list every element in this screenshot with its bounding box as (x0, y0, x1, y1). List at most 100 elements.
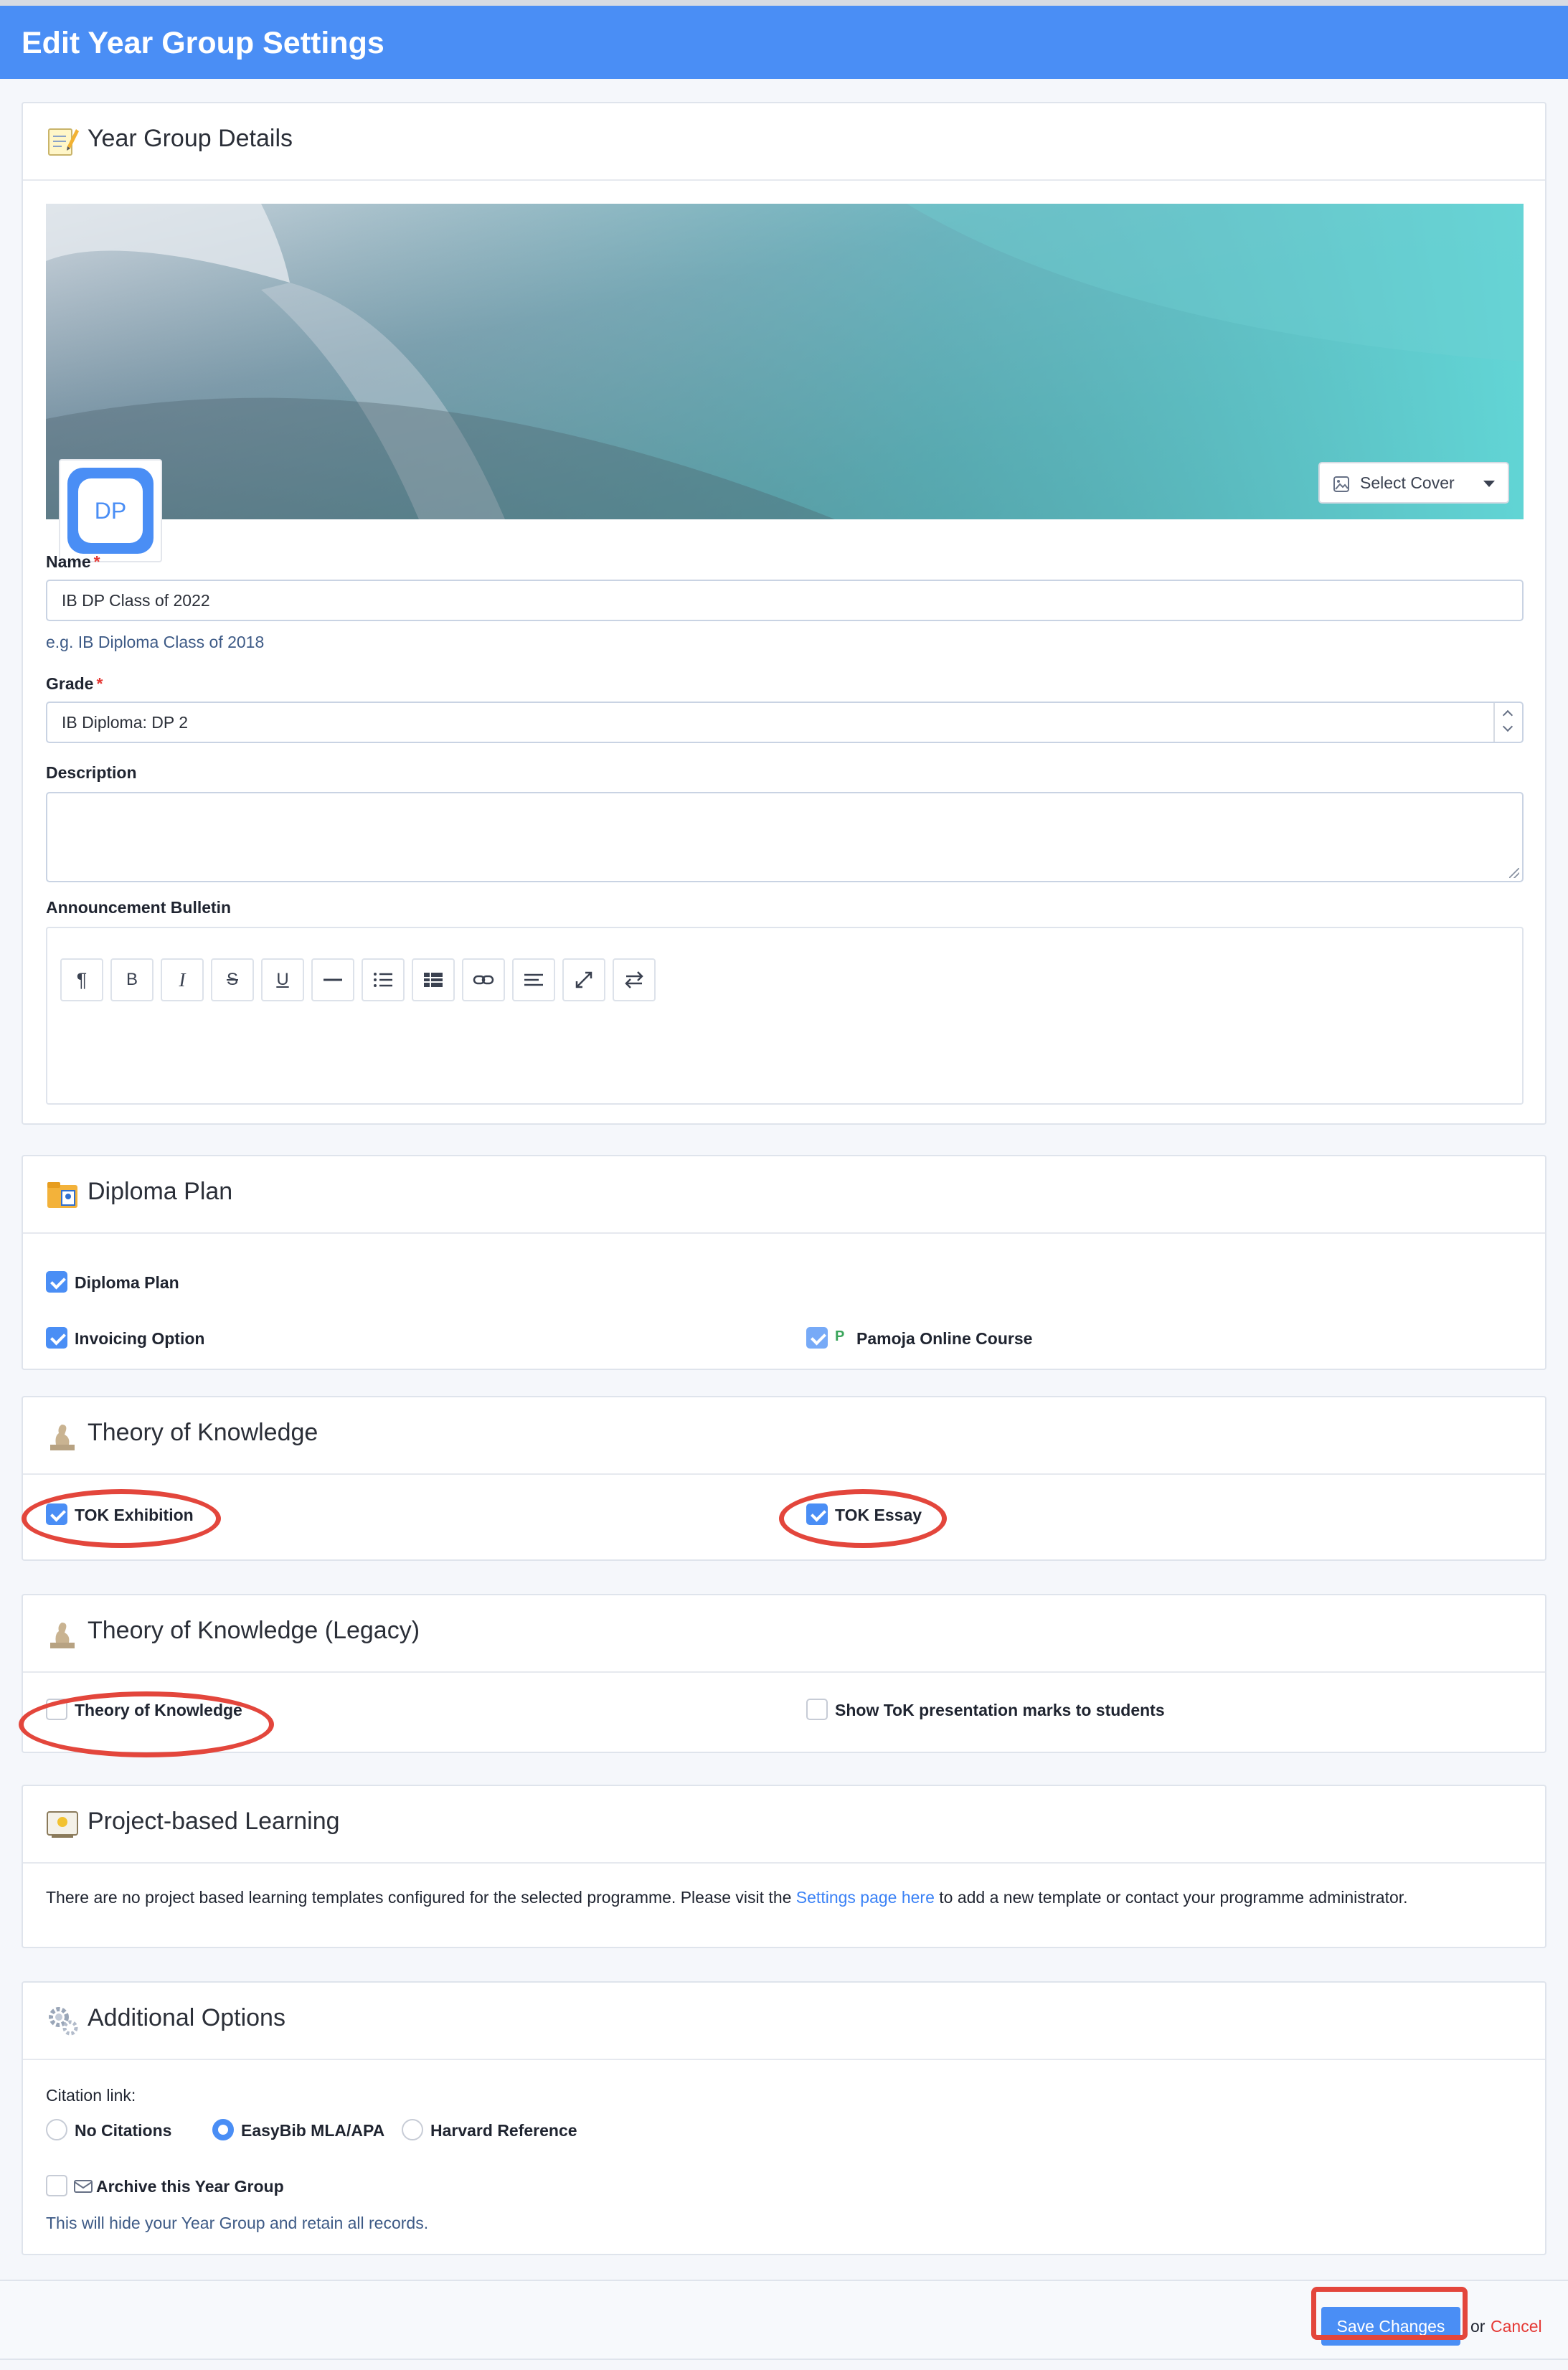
description-label: Description (46, 763, 137, 782)
bold-icon: B (126, 970, 138, 989)
harvard-radio[interactable] (402, 2119, 423, 2140)
name-hint: e.g. IB Diploma Class of 2018 (46, 633, 265, 651)
bold-button[interactable]: B (110, 958, 154, 1001)
image-icon (1333, 476, 1349, 492)
top-strip (0, 0, 1568, 6)
tok-card: Theory of Knowledge TOK Exhibition TOK E… (22, 1396, 1546, 1561)
or-text: or (1470, 2317, 1486, 2336)
easybib-label: EasyBib MLA/APA (241, 2121, 385, 2140)
tok-legacy-header: Theory of Knowledge (Legacy) (23, 1595, 1545, 1673)
additional-options-card: Additional Options Citation link: No Cit… (22, 1981, 1546, 2255)
cover-artwork (46, 204, 1524, 519)
grade-select-value: IB Diploma: DP 2 (62, 712, 188, 732)
highlight-box-save-changes (1311, 2287, 1468, 2340)
diploma-header: Diploma Plan (23, 1156, 1545, 1234)
tok-legacy-title: Theory of Knowledge (Legacy) (88, 1617, 420, 1644)
cancel-link[interactable]: Cancel (1491, 2317, 1542, 2336)
memo-icon (48, 128, 79, 156)
diploma-title: Diploma Plan (88, 1178, 233, 1205)
harvard-label: Harvard Reference (430, 2121, 577, 2140)
grade-select[interactable]: IB Diploma: DP 2 (46, 702, 1524, 743)
dp-logo-text: DP (94, 497, 127, 524)
link-button[interactable] (462, 958, 505, 1001)
page-title: Edit Year Group Settings (22, 26, 384, 60)
details-title: Year Group Details (88, 125, 293, 152)
resize-handle-icon (1509, 868, 1519, 878)
underline-button[interactable]: U (261, 958, 304, 1001)
horizontal-rule-icon (323, 978, 342, 981)
cover-image: Select Cover (46, 204, 1524, 519)
select-cover-label: Select Cover (1360, 473, 1455, 492)
page-body: Year Group Details Select Cover DP Name … (0, 79, 1568, 2370)
pbl-text-before: There are no project based learning temp… (46, 1888, 792, 1907)
diploma-plan-checkbox[interactable] (46, 1271, 67, 1293)
show-tok-marks-label: Show ToK presentation marks to students (835, 1701, 1165, 1719)
swap-icon (625, 971, 643, 988)
strikethrough-icon: S (226, 970, 238, 989)
caret-down-icon (1483, 481, 1495, 487)
invoicing-option-checkbox[interactable] (46, 1327, 67, 1349)
name-label-text: Name (46, 552, 91, 571)
select-cover-button[interactable]: Select Cover (1318, 462, 1509, 504)
additional-title: Additional Options (88, 2004, 285, 2031)
bulletin-label: Announcement Bulletin (46, 898, 232, 917)
italic-button[interactable]: I (161, 958, 204, 1001)
paragraph-button[interactable]: ¶ (60, 958, 103, 1001)
name-label: Name * (46, 552, 100, 572)
align-button[interactable] (512, 958, 555, 1001)
align-left-icon (524, 973, 543, 986)
no-citations-radio[interactable] (46, 2119, 67, 2140)
diploma-folder-icon (47, 1182, 77, 1208)
highlight-ring-tok-legacy (19, 1691, 274, 1757)
additional-header: Additional Options (23, 1983, 1545, 2060)
thinker-statue-icon (50, 1623, 75, 1648)
gears-icon (49, 2007, 78, 2036)
highlight-ring-tok-essay (779, 1489, 947, 1548)
strikethrough-button[interactable]: S (211, 958, 254, 1001)
fullscreen-button[interactable] (562, 958, 605, 1001)
thinker-statue-icon (50, 1425, 75, 1450)
highlight-ring-tok-exhibition (22, 1489, 221, 1548)
grade-label: Grade * (46, 674, 103, 694)
year-group-avatar[interactable]: DP (59, 459, 162, 562)
year-group-details-card: Year Group Details Select Cover DP Name … (22, 102, 1546, 1125)
no-citations-label: No Citations (75, 2121, 172, 2140)
show-tok-marks-checkbox[interactable] (806, 1699, 828, 1720)
bullet-list-button[interactable] (362, 958, 405, 1001)
horizontal-rule-button[interactable] (311, 958, 354, 1001)
pamoja-label: Pamoja Online Course (856, 1329, 1033, 1348)
archive-hint: This will hide your Year Group and retai… (46, 2214, 429, 2232)
citation-label: Citation link: (46, 2086, 136, 2105)
pbl-message: There are no project based learning temp… (46, 1885, 1524, 1909)
project-board-icon (47, 1811, 78, 1838)
pamoja-icon: P (835, 1328, 845, 1344)
pbl-title: Project-based Learning (88, 1808, 340, 1835)
pbl-card: Project-based Learning There are no proj… (22, 1785, 1546, 1948)
archive-label: Archive this Year Group (96, 2177, 284, 2196)
grade-label-text: Grade (46, 674, 94, 693)
list-icon (374, 973, 392, 987)
page-header: Edit Year Group Settings (0, 6, 1568, 79)
envelope-icon (74, 2180, 93, 2193)
required-mark: * (93, 552, 100, 571)
archive-checkbox[interactable] (46, 2175, 67, 2196)
name-input-value: IB DP Class of 2022 (62, 590, 210, 610)
easybib-radio[interactable] (212, 2119, 234, 2140)
html-toggle-button[interactable] (613, 958, 656, 1001)
description-textarea[interactable] (46, 792, 1524, 882)
tok-title: Theory of Knowledge (88, 1419, 318, 1446)
diploma-plan-card: Diploma Plan Diploma Plan Invoicing Opti… (22, 1155, 1546, 1370)
required-mark: * (96, 674, 103, 693)
name-input[interactable]: IB DP Class of 2022 (46, 580, 1524, 621)
pbl-header: Project-based Learning (23, 1786, 1545, 1864)
dp-logo: DP (67, 468, 154, 554)
expand-icon (575, 971, 592, 988)
dp-logo-inner: DP (78, 478, 143, 543)
pamoja-checkbox[interactable] (806, 1327, 828, 1349)
details-header: Year Group Details (23, 103, 1545, 181)
updown-arrows-icon (1493, 703, 1522, 742)
table-button[interactable] (412, 958, 455, 1001)
bulletin-editor[interactable]: ¶ B I S U (46, 927, 1524, 1105)
invoicing-option-label: Invoicing Option (75, 1329, 205, 1348)
settings-page-link[interactable]: Settings page here (796, 1888, 935, 1907)
